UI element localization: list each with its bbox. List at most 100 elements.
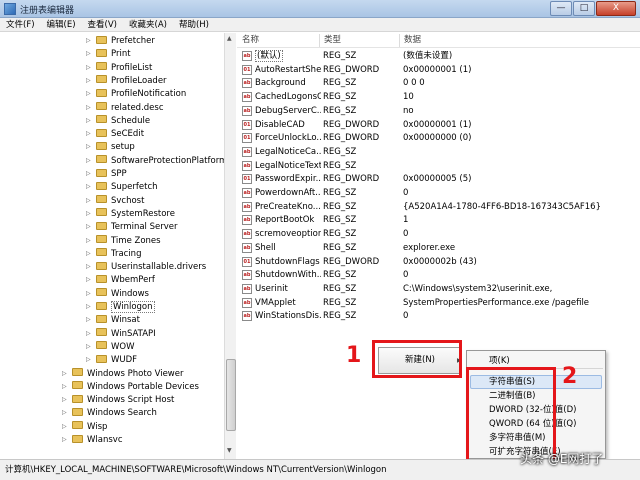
expand-arrow-icon[interactable]: ▷ xyxy=(86,207,94,220)
expand-arrow-icon[interactable]: ▷ xyxy=(62,433,70,446)
registry-value-row[interactable]: ab PowerdownAft... REG_SZ 0 xyxy=(237,186,640,200)
tree-item[interactable]: ▷ setup xyxy=(86,140,135,153)
registry-value-row[interactable]: ab DebugServerC... REG_SZ no xyxy=(237,104,640,118)
tree-item[interactable]: ▷ Superfetch xyxy=(86,180,158,193)
tree-item[interactable]: ▷ Time Zones xyxy=(86,234,161,247)
tree-item[interactable]: ▷ Wisp xyxy=(62,420,107,433)
tree-item[interactable]: ▷ Windows Script Host xyxy=(62,393,174,406)
tree-item[interactable]: ▷ Windows Portable Devices xyxy=(62,380,199,393)
tree-item[interactable]: ▷ Windows xyxy=(86,287,149,300)
tree-item[interactable]: ▷ ProfileList xyxy=(86,61,152,74)
expand-arrow-icon[interactable]: ▷ xyxy=(86,167,94,180)
expand-arrow-icon[interactable]: ▷ xyxy=(86,47,94,60)
tree-item[interactable]: ▷ related.desc xyxy=(86,101,164,114)
tree-item[interactable]: ▷ WbemPerf xyxy=(86,273,155,286)
minimize-button[interactable]: — xyxy=(550,1,572,16)
submenu-item-key[interactable]: 项(K) xyxy=(489,355,510,367)
expand-arrow-icon[interactable]: ▷ xyxy=(86,140,94,153)
tree-item[interactable]: ▷ Tracing xyxy=(86,247,141,260)
expand-arrow-icon[interactable]: ▷ xyxy=(86,273,94,286)
tree-item[interactable]: ▷ WOW xyxy=(86,340,135,353)
tree-item[interactable]: ▷ SPP xyxy=(86,167,127,180)
tree-item[interactable]: ▷ Svchost xyxy=(86,194,144,207)
registry-value-row[interactable]: 01 DisableCAD REG_DWORD 0x00000001 (1) xyxy=(237,118,640,132)
expand-arrow-icon[interactable]: ▷ xyxy=(86,127,94,140)
registry-value-row[interactable]: ab VMApplet REG_SZ SystemPropertiesPerforma… xyxy=(237,296,640,310)
registry-value-row[interactable]: 01 ForceUnlockLo... REG_DWORD 0x00000000 (0… xyxy=(237,131,640,145)
expand-arrow-icon[interactable]: ▷ xyxy=(86,87,94,100)
tree-item[interactable]: ▷ ProfileNotification xyxy=(86,87,186,100)
registry-value-row[interactable]: ab ReportBootOk REG_SZ 1 xyxy=(237,213,640,227)
expand-arrow-icon[interactable]: ▷ xyxy=(86,194,94,207)
tree-item[interactable]: ▷ Prefetcher xyxy=(86,34,155,47)
expand-arrow-icon[interactable]: ▷ xyxy=(86,34,94,47)
menu-edit[interactable]: 编辑(E) xyxy=(41,18,82,31)
registry-value-row[interactable]: abCachedLogonsC...REG_SZ 10 xyxy=(237,90,640,104)
registry-tree-pane[interactable]: ▷ Prefetcher ▷ Print ▷ ProfileList ▷ ProfileLoa… xyxy=(0,33,236,459)
column-header-name[interactable]: 名称 xyxy=(237,34,259,47)
registry-value-row[interactable]: 01 AutoRestartShell REG_DWORD 0x00000001 (1… xyxy=(237,63,640,77)
expand-arrow-icon[interactable]: ▷ xyxy=(86,287,94,300)
tree-item[interactable]: ▷ Wlansvc xyxy=(62,433,123,446)
expand-arrow-icon[interactable]: ▷ xyxy=(86,74,94,87)
tree-item[interactable]: ▷ Print xyxy=(86,47,131,60)
registry-value-row[interactable]: ab (默认) REG_SZ (数值未设置) xyxy=(237,49,640,63)
tree-item[interactable]: ▷ Schedule xyxy=(86,114,150,127)
tree-item[interactable]: ▷ Windows Photo Viewer xyxy=(62,367,184,380)
registry-value-row[interactable]: ab PreCreateKno... REG_SZ {A520A1A4-1780-4F… xyxy=(237,200,640,214)
scroll-down-arrow-icon[interactable]: ▼ xyxy=(227,447,232,454)
column-header-data[interactable]: 数据 xyxy=(399,34,421,47)
tree-item[interactable]: ▷ WinSATAPI xyxy=(86,327,156,340)
tree-item[interactable]: ▷ Terminal Server xyxy=(86,220,178,233)
registry-value-row[interactable]: ab LegalNoticeText REG_SZ xyxy=(237,159,640,173)
menu-view[interactable]: 查看(V) xyxy=(82,18,123,31)
expand-arrow-icon[interactable]: ▷ xyxy=(86,353,94,366)
tree-item[interactable]: ▷ Userinstallable.drivers xyxy=(86,260,206,273)
expand-arrow-icon[interactable]: ▷ xyxy=(86,154,94,167)
expand-arrow-icon[interactable]: ▷ xyxy=(62,420,70,433)
menu-favorites[interactable]: 收藏夹(A) xyxy=(123,18,173,31)
expand-arrow-icon[interactable]: ▷ xyxy=(86,114,94,127)
registry-value-row[interactable]: 01 ShutdownFlags REG_DWORD 0x0000002b (43) xyxy=(237,255,640,269)
expand-arrow-icon[interactable]: ▷ xyxy=(86,180,94,193)
registry-value-row[interactable]: ab LegalNoticeCa... REG_SZ xyxy=(237,145,640,159)
registry-value-row[interactable]: ab Userinit REG_SZ C:\Windows\system32\user… xyxy=(237,282,640,296)
scroll-up-arrow-icon[interactable]: ▲ xyxy=(227,35,232,42)
tree-vertical-scrollbar[interactable]: ▲ ▼ xyxy=(224,33,236,459)
expand-arrow-icon[interactable]: ▷ xyxy=(86,340,94,353)
tree-item[interactable]: ▷ WUDF xyxy=(86,353,137,366)
string-value-icon: ab xyxy=(242,146,252,157)
expand-arrow-icon[interactable]: ▷ xyxy=(86,260,94,273)
tree-item[interactable]: ▷ SeCEdit xyxy=(86,127,144,140)
registry-value-row[interactable]: ab WinStationsDis... REG_SZ 0 xyxy=(237,309,640,323)
registry-value-row[interactable]: ab Shell REG_SZ explorer.exe xyxy=(237,241,640,255)
tree-item[interactable]: ▷ SystemRestore xyxy=(86,207,175,220)
column-header-type[interactable]: 类型 xyxy=(319,34,341,47)
registry-value-row[interactable]: ab scremoveoption REG_SZ 0 xyxy=(237,227,640,241)
registry-value-row[interactable]: ab Background REG_SZ 0 0 0 xyxy=(237,76,640,90)
scrollbar-thumb[interactable] xyxy=(226,359,236,431)
tree-item[interactable]: ▷ Windows Search xyxy=(62,406,157,419)
tree-item[interactable]: ▷ Winsat xyxy=(86,313,140,326)
tree-item[interactable]: ▷ ProfileLoader xyxy=(86,74,167,87)
expand-arrow-icon[interactable]: ▷ xyxy=(62,380,70,393)
expand-arrow-icon[interactable]: ▷ xyxy=(86,234,94,247)
registry-value-row[interactable]: ab ShutdownWith... REG_SZ 0 xyxy=(237,268,640,282)
menu-help[interactable]: 帮助(H) xyxy=(173,18,215,31)
close-button[interactable]: X xyxy=(596,1,636,16)
expand-arrow-icon[interactable]: ▷ xyxy=(62,367,70,380)
maximize-button[interactable]: □ xyxy=(573,1,595,16)
expand-arrow-icon[interactable]: ▷ xyxy=(86,300,94,313)
expand-arrow-icon[interactable]: ▷ xyxy=(86,61,94,74)
expand-arrow-icon[interactable]: ▷ xyxy=(62,406,70,419)
expand-arrow-icon[interactable]: ▷ xyxy=(86,101,94,114)
expand-arrow-icon[interactable]: ▷ xyxy=(62,393,70,406)
registry-value-row[interactable]: 01 PasswordExpir... REG_DWORD 0x00000005 (5… xyxy=(237,172,640,186)
tree-item[interactable]: ▷ Winlogon xyxy=(86,300,155,313)
expand-arrow-icon[interactable]: ▷ xyxy=(86,313,94,326)
expand-arrow-icon[interactable]: ▷ xyxy=(86,327,94,340)
tree-item[interactable]: ▷ SoftwareProtectionPlatform xyxy=(86,154,227,167)
menu-file[interactable]: 文件(F) xyxy=(0,18,41,31)
expand-arrow-icon[interactable]: ▷ xyxy=(86,247,94,260)
expand-arrow-icon[interactable]: ▷ xyxy=(86,220,94,233)
